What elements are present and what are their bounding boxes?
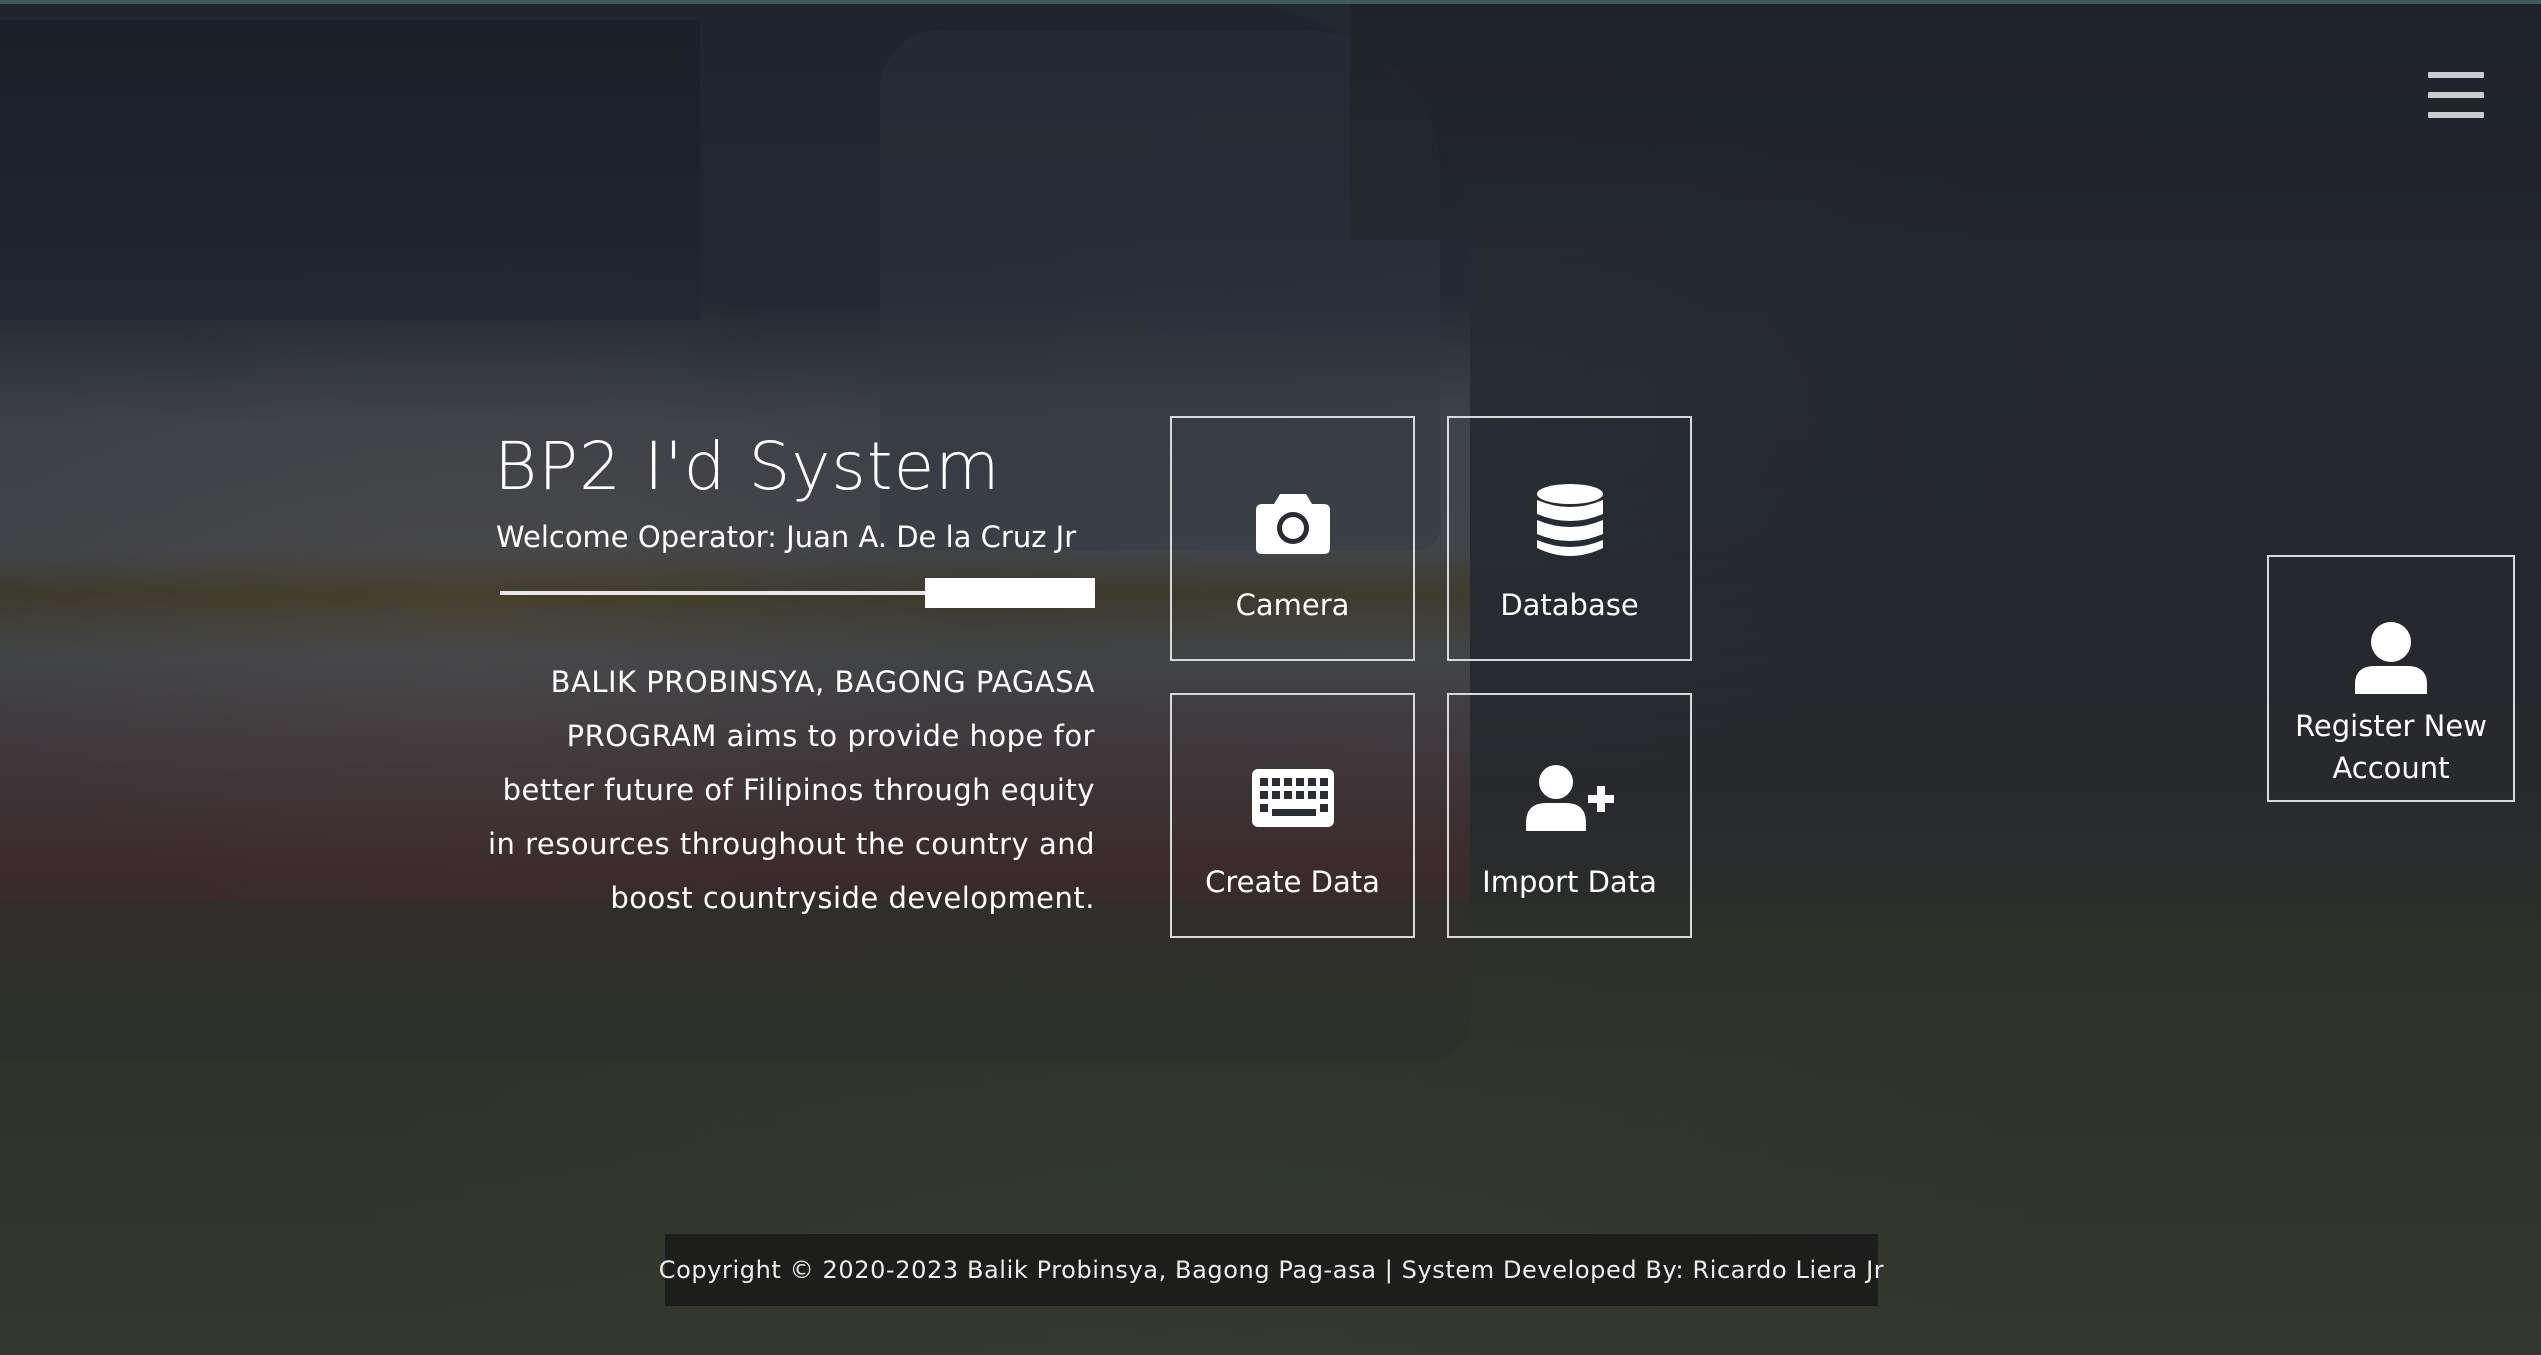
tile-label: Import Data: [1482, 865, 1657, 899]
user-icon: [2355, 621, 2427, 695]
create-data-button[interactable]: Create Data: [1170, 693, 1415, 938]
tile-label: Camera: [1235, 588, 1350, 622]
keyboard-icon: [1251, 761, 1334, 835]
import-data-button[interactable]: Import Data: [1447, 693, 1692, 938]
camera-button[interactable]: Camera: [1170, 416, 1415, 661]
page-title: BP2 I'd System: [494, 428, 1001, 505]
footer-copyright: Copyright © 2020-2023 Balik Probinsya, B…: [659, 1234, 1884, 1306]
register-new-account-button[interactable]: Register New Account: [2267, 555, 2515, 802]
top-accent-line: [0, 0, 2541, 4]
register-label: Register New Account: [2295, 709, 2487, 785]
progress-fill: [925, 578, 1095, 608]
tile-label: Database: [1500, 588, 1639, 622]
footer-text: Copyright © 2020-2023 Balik Probinsya, B…: [658, 1256, 1885, 1284]
welcome-text: Welcome Operator: Juan A. De la Cruz Jr: [496, 520, 1077, 554]
page: BP2 I'd System Welcome Operator: Juan A.…: [0, 0, 2541, 1355]
database-icon: [1536, 484, 1603, 558]
dark-overlay: [0, 0, 2541, 1355]
database-button[interactable]: Database: [1447, 416, 1692, 661]
program-description: BALIK PROBINSYA, BAGONG PAGASA PROGRAM a…: [487, 665, 1095, 915]
user-plus-icon: [1525, 761, 1614, 835]
camera-icon: [1255, 484, 1330, 558]
hamburger-menu-icon[interactable]: [2428, 72, 2484, 118]
tile-label: Create Data: [1205, 865, 1380, 899]
